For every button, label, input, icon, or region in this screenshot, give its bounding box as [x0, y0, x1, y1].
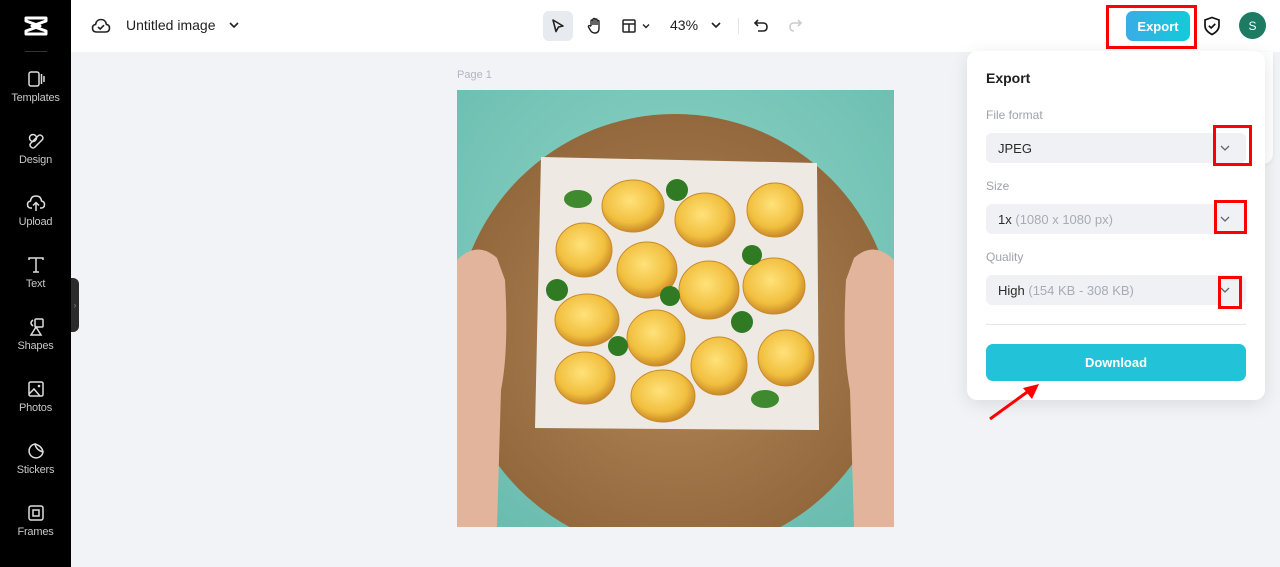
export-panel-title: Export — [986, 70, 1031, 86]
layout-tool-button[interactable] — [618, 11, 654, 41]
sidebar-item-label: Design — [18, 154, 53, 166]
file-format-value: JPEG — [998, 141, 1032, 156]
left-sidebar: Templates Design Upload Text Shapes Phot… — [0, 0, 71, 567]
cloud-saved-icon[interactable] — [91, 16, 111, 36]
layout-icon — [621, 19, 636, 33]
sidebar-item-text[interactable]: Text — [0, 255, 71, 311]
user-avatar[interactable]: S — [1239, 12, 1266, 39]
photos-icon — [27, 381, 44, 397]
shield-check-icon[interactable] — [1201, 15, 1223, 37]
sidebar-item-frames[interactable]: Frames — [0, 503, 71, 559]
select-tool-button[interactable] — [543, 11, 573, 41]
sidebar-item-label: Templates — [11, 92, 60, 104]
food-photo-illustration — [457, 90, 894, 527]
stickers-icon — [27, 443, 44, 459]
chevron-down-icon — [642, 24, 649, 29]
file-format-select[interactable]: JPEG — [986, 133, 1246, 163]
sidebar-item-label: Shapes — [17, 340, 54, 352]
quality-hint: (154 KB - 308 KB) — [1028, 283, 1134, 298]
size-value: 1x — [998, 212, 1012, 227]
export-button[interactable]: Export — [1126, 11, 1190, 41]
pointer-icon — [552, 19, 564, 33]
quality-label: Quality — [986, 250, 1024, 264]
quality-select[interactable]: High (154 KB - 308 KB) — [986, 275, 1246, 305]
quality-value: High — [998, 283, 1025, 298]
logo-divider — [25, 51, 47, 52]
export-panel: Export File format JPEG Size 1x (1080 x … — [967, 51, 1265, 400]
size-label: Size — [986, 179, 1010, 193]
panel-divider — [986, 324, 1246, 325]
chevron-down-icon — [1220, 287, 1230, 293]
top-toolbar: Untitled image 43% Export S — [71, 0, 1280, 52]
capcut-logo-icon[interactable] — [0, 0, 71, 52]
sidebar-item-photos[interactable]: Photos — [0, 379, 71, 435]
chevron-right-icon: › — [73, 300, 77, 310]
page-label: Page 1 — [457, 69, 492, 81]
text-icon — [27, 257, 44, 273]
size-select[interactable]: 1x (1080 x 1080 px) — [986, 204, 1246, 234]
zoom-chevron-down-icon[interactable] — [709, 18, 723, 32]
redo-icon[interactable] — [784, 15, 806, 37]
design-icon — [28, 133, 44, 149]
templates-icon — [27, 71, 45, 87]
size-hint: (1080 x 1080 px) — [1015, 212, 1113, 227]
file-format-label: File format — [986, 108, 1043, 122]
undo-icon[interactable] — [750, 15, 772, 37]
sidebar-item-label: Upload — [18, 216, 53, 228]
chevron-down-icon — [1220, 216, 1230, 222]
canvas-image[interactable] — [457, 90, 894, 527]
download-button[interactable]: Download — [986, 344, 1246, 381]
sidebar-item-label: Text — [25, 278, 46, 290]
sidebar-item-shapes[interactable]: Shapes — [0, 317, 71, 373]
shapes-icon — [29, 318, 44, 336]
toolbar-divider — [738, 18, 739, 34]
sidebar-item-label: Stickers — [16, 464, 55, 476]
zoom-level[interactable]: 43% — [670, 17, 698, 33]
sidebar-item-stickers[interactable]: Stickers — [0, 441, 71, 497]
sidebar-collapse-handle[interactable]: › — [71, 278, 79, 332]
upload-icon — [26, 195, 45, 211]
chevron-down-icon[interactable] — [227, 18, 241, 32]
document-title[interactable]: Untitled image — [126, 17, 216, 33]
sidebar-item-label: Photos — [18, 402, 53, 414]
sidebar-item-templates[interactable]: Templates — [0, 69, 71, 125]
sidebar-item-upload[interactable]: Upload — [0, 193, 71, 249]
hand-tool-button[interactable] — [580, 11, 610, 41]
chevron-down-icon — [1220, 145, 1230, 151]
hand-icon — [587, 17, 600, 34]
sidebar-item-label: Frames — [17, 526, 54, 538]
frames-icon — [27, 505, 44, 521]
sidebar-item-design[interactable]: Design — [0, 131, 71, 187]
